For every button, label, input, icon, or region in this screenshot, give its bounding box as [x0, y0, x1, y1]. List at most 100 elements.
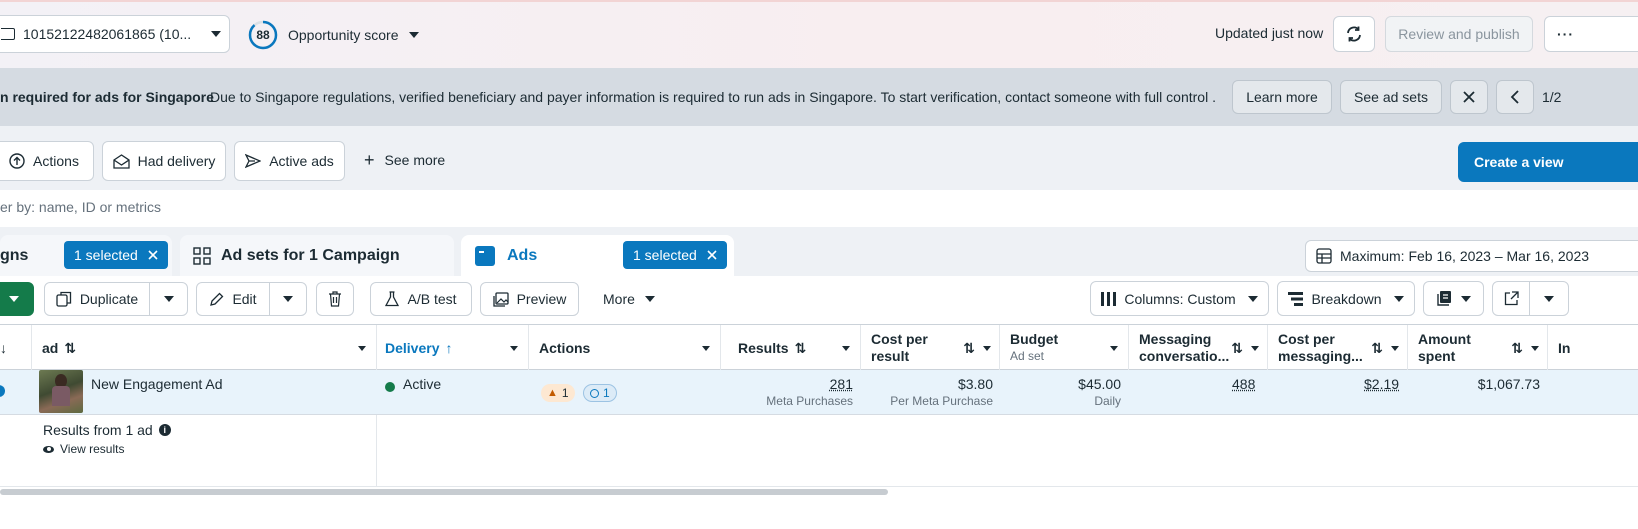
- table-row[interactable]: New Engagement Ad Active ▲ 1 1 281 Meta …: [0, 370, 1638, 415]
- chevron-down-icon: [1247, 295, 1258, 302]
- filter-active-ads-chip[interactable]: Active ads: [234, 141, 345, 181]
- results-summary-label: Results from 1 ad: [43, 422, 153, 438]
- chevron-down-icon: [702, 345, 710, 351]
- score-value: 88: [256, 28, 270, 42]
- filter-had-delivery-chip[interactable]: Had delivery: [102, 141, 226, 181]
- sort-icon: ⇅: [1371, 339, 1383, 356]
- trash-icon: [329, 291, 341, 307]
- refresh-button[interactable]: [1333, 16, 1375, 52]
- duplicate-icon: [56, 291, 71, 307]
- column-messaging-line2: conversatio...: [1139, 348, 1230, 364]
- column-next[interactable]: In: [1548, 325, 1638, 371]
- ad-thumbnail[interactable]: [39, 370, 83, 413]
- select-column-header[interactable]: ↓: [0, 325, 32, 371]
- columns-button[interactable]: Columns: Custom: [1090, 281, 1269, 316]
- see-more-label: See more: [384, 152, 446, 168]
- column-budget[interactable]: Budget Ad set: [1000, 325, 1129, 371]
- chevron-down-icon: [1393, 295, 1404, 302]
- view-results-label: View results: [60, 442, 125, 456]
- amount-value: $1,067.73: [1477, 376, 1540, 392]
- column-ad-name[interactable]: ad ⇅: [32, 325, 377, 371]
- column-cost-per-messaging[interactable]: Cost per messaging... ⇅: [1268, 325, 1408, 371]
- eye-icon: [43, 445, 54, 453]
- warning-badge[interactable]: ▲ 1: [541, 384, 575, 402]
- review-publish-button[interactable]: Review and publish: [1385, 16, 1533, 52]
- chevron-left-icon: [1510, 90, 1519, 104]
- tab-campaigns-label: gns: [0, 246, 29, 264]
- account-selector[interactable]: 10152122482061865 (10...: [0, 15, 230, 53]
- row-select-radio[interactable]: [0, 385, 5, 397]
- cost-messaging-value[interactable]: $2.19: [1364, 376, 1399, 392]
- chevron-down-icon: [1251, 345, 1259, 351]
- close-icon[interactable]: [148, 250, 158, 260]
- tab-ad-sets[interactable]: Ad sets for 1 Campaign: [180, 235, 454, 276]
- edit-label: Edit: [232, 291, 257, 307]
- table-header: ↓ ad ⇅ Delivery ↑ Actions Results ⇅ Cost…: [0, 324, 1638, 371]
- chevron-down-icon: [408, 32, 419, 38]
- preview-button[interactable]: Preview: [480, 282, 579, 316]
- close-icon[interactable]: [707, 250, 717, 260]
- column-actions[interactable]: Actions: [529, 325, 721, 371]
- upload-circle-icon: [9, 153, 25, 169]
- tab-ad-sets-label: Ad sets for 1 Campaign: [221, 246, 400, 264]
- duplicate-options-button[interactable]: [149, 282, 188, 316]
- ab-test-label: A/B test: [407, 291, 457, 307]
- table-toolbar: Duplicate Edit A/B test Preview More Col…: [0, 276, 1638, 324]
- ab-test-button[interactable]: A/B test: [370, 282, 472, 316]
- column-messaging-conversations[interactable]: Messaging conversatio... ⇅: [1129, 325, 1268, 371]
- banner-pager: 1/2: [1542, 89, 1562, 105]
- date-range-picker[interactable]: Maximum: Feb 16, 2023 – Mar 16, 2023: [1305, 240, 1638, 272]
- results-summary: Results from 1 ad i: [43, 422, 171, 438]
- reports-button[interactable]: [1423, 281, 1484, 316]
- column-results[interactable]: Results ⇅: [721, 325, 861, 371]
- duplicate-label: Duplicate: [79, 291, 139, 307]
- see-ad-sets-button[interactable]: See ad sets: [1340, 80, 1442, 114]
- view-results-link[interactable]: View results: [43, 442, 124, 456]
- more-options-button[interactable]: ···: [1544, 16, 1638, 52]
- horizontal-scrollbar[interactable]: [0, 489, 888, 495]
- column-amount-line1: Amount: [1418, 331, 1471, 347]
- info-icon[interactable]: i: [158, 424, 171, 436]
- see-ad-sets-label: See ad sets: [1354, 89, 1428, 105]
- column-actions-label: Actions: [539, 340, 591, 356]
- pencil-icon: [210, 292, 224, 306]
- chevron-down-icon: [644, 296, 655, 302]
- chevron-down-icon: [9, 296, 19, 302]
- column-cost-per-result[interactable]: Cost per result ⇅: [861, 325, 1000, 371]
- create-view-button[interactable]: Create a view: [1458, 142, 1638, 182]
- column-delivery[interactable]: Delivery ↑: [377, 325, 529, 371]
- breakdown-button[interactable]: Breakdown: [1277, 281, 1415, 316]
- export-options-button[interactable]: [1529, 281, 1569, 316]
- messaging-value[interactable]: 488: [1232, 376, 1255, 392]
- delete-button[interactable]: [316, 282, 354, 316]
- summary-divider: [376, 415, 377, 487]
- create-dropdown-button[interactable]: [0, 282, 34, 316]
- banner-title: n required for ads for Singapore: [0, 89, 214, 105]
- see-more-filters[interactable]: + See more: [364, 151, 446, 169]
- filter-actions-chip[interactable]: Actions: [0, 141, 94, 181]
- prev-notice-button[interactable]: [1496, 80, 1534, 114]
- tab-ads[interactable]: Ads 1 selected: [461, 235, 734, 276]
- column-messaging-line1: Messaging: [1139, 331, 1212, 347]
- ad-name[interactable]: New Engagement Ad: [91, 376, 223, 392]
- search-bar[interactable]: er by: name, ID or metrics: [0, 190, 1638, 228]
- learn-more-button[interactable]: Learn more: [1232, 80, 1332, 114]
- campaigns-selected-pill[interactable]: 1 selected: [64, 241, 168, 269]
- ads-selected-pill[interactable]: 1 selected: [623, 241, 727, 269]
- duplicate-button[interactable]: Duplicate: [44, 282, 150, 316]
- warning-count: 1: [561, 386, 569, 400]
- more-actions-button[interactable]: More: [603, 291, 655, 307]
- cost-value: $3.80: [957, 376, 993, 392]
- tab-campaigns[interactable]: gns 1 selected: [0, 235, 172, 276]
- edit-options-button[interactable]: [269, 282, 307, 316]
- export-button[interactable]: [1492, 281, 1530, 316]
- dismiss-banner-button[interactable]: [1450, 80, 1488, 114]
- delivery-status: Active: [403, 376, 442, 392]
- verification-banner: n required for ads for Singapore Due to …: [0, 68, 1638, 126]
- opportunity-score[interactable]: 88 Opportunity score: [248, 20, 419, 50]
- edit-button[interactable]: Edit: [196, 282, 270, 316]
- column-amount-spent[interactable]: Amount spent ⇅: [1408, 325, 1548, 371]
- info-badge[interactable]: 1: [583, 384, 617, 402]
- results-cell: 281 Meta Purchases: [721, 376, 853, 408]
- results-value[interactable]: 281: [721, 376, 853, 392]
